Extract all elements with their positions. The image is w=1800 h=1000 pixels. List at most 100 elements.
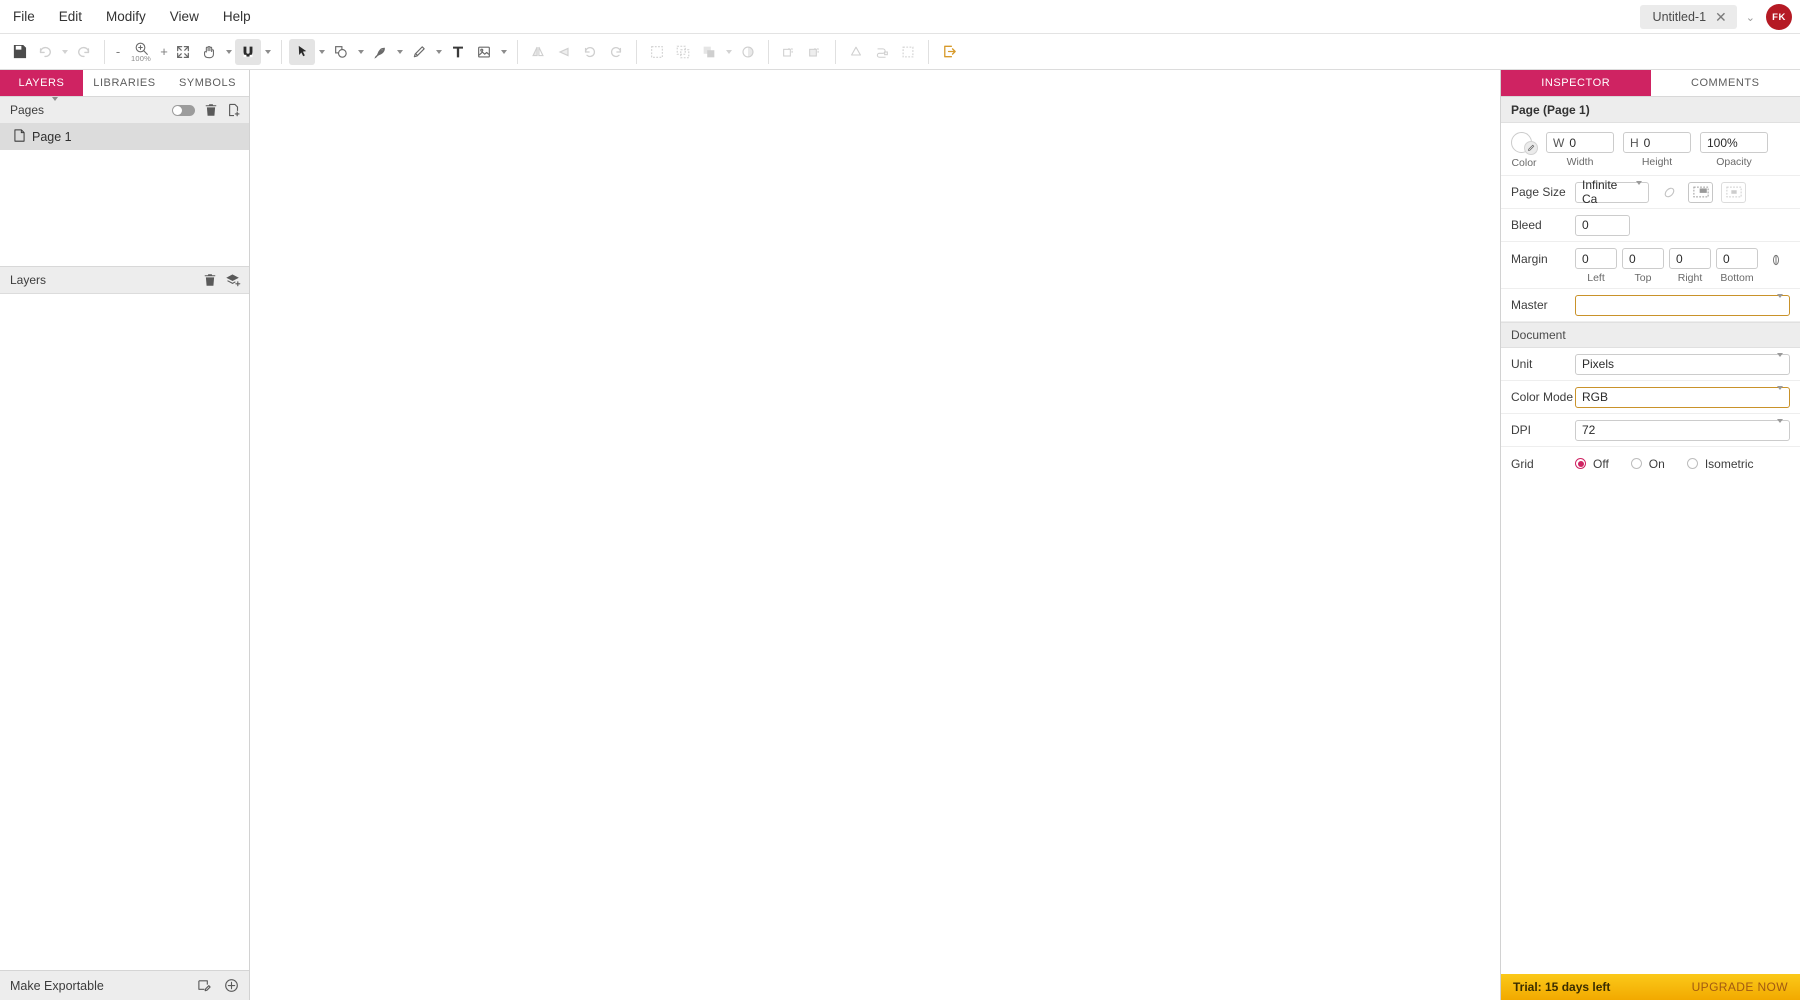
margin-right-input[interactable]: 0 — [1669, 248, 1711, 269]
upgrade-now-button[interactable]: UPGRADE NOW — [1692, 980, 1788, 994]
zoom-out-button[interactable]: - — [112, 44, 124, 59]
menu-file[interactable]: File — [2, 5, 46, 28]
margin-left-input[interactable]: 0 — [1575, 248, 1617, 269]
margin-left-value: 0 — [1582, 252, 1589, 266]
zoom-level-control[interactable]: 100% — [126, 41, 156, 63]
unit-select[interactable]: Pixels — [1575, 354, 1790, 375]
pen-tool-icon[interactable] — [367, 39, 393, 65]
margin-top-control: 0 Top — [1622, 248, 1664, 284]
undo-icon[interactable] — [32, 39, 58, 65]
rotate-right-icon[interactable] — [603, 39, 629, 65]
zoom-in-button[interactable]: + — [158, 44, 170, 59]
grid-option-isometric-label: Isometric — [1705, 457, 1754, 471]
height-input[interactable]: H 0 — [1623, 132, 1691, 153]
tab-layers[interactable]: LAYERS — [0, 70, 83, 96]
group-icon[interactable] — [644, 39, 670, 65]
orientation-rotate-icon[interactable] — [1658, 182, 1680, 203]
export-settings-icon[interactable] — [197, 978, 212, 993]
text-tool-icon[interactable] — [445, 39, 471, 65]
rotate-left-icon[interactable] — [577, 39, 603, 65]
dpi-select[interactable]: 72 — [1575, 420, 1790, 441]
send-backward-icon[interactable] — [802, 39, 828, 65]
grid-option-on[interactable]: On — [1631, 457, 1665, 471]
select-tool-icon[interactable] — [289, 39, 315, 65]
menu-modify[interactable]: Modify — [95, 5, 157, 28]
shape-tool-dropdown-caret[interactable] — [354, 39, 367, 65]
fit-to-screen-icon[interactable] — [170, 39, 196, 65]
delete-page-icon[interactable] — [204, 103, 218, 117]
add-layer-icon[interactable] — [226, 273, 241, 288]
bleed-input[interactable]: 0 — [1575, 215, 1630, 236]
close-icon[interactable]: ✕ — [1715, 10, 1727, 24]
make-exportable-label: Make Exportable — [10, 979, 104, 993]
menu-help[interactable]: Help — [212, 5, 262, 28]
boolean-ops-icon[interactable] — [843, 39, 869, 65]
redo-icon[interactable] — [71, 39, 97, 65]
ungroup-icon[interactable] — [670, 39, 696, 65]
save-icon[interactable] — [6, 39, 32, 65]
master-select[interactable] — [1575, 295, 1790, 316]
arrange-order-icon[interactable] — [696, 39, 722, 65]
color-swatch[interactable] — [1511, 132, 1537, 154]
portrait-orientation-icon[interactable] — [1721, 182, 1746, 203]
arrange-order-dropdown-caret[interactable] — [722, 39, 735, 65]
page-size-select[interactable]: Infinite Ca — [1575, 182, 1649, 203]
toolbar-divider — [281, 40, 282, 64]
chevron-down-icon — [1636, 185, 1642, 199]
margin-bottom-input[interactable]: 0 — [1716, 248, 1758, 269]
image-tool-icon[interactable] — [471, 39, 497, 65]
layers-list[interactable] — [0, 294, 249, 970]
dpi-label: DPI — [1511, 423, 1575, 437]
pencil-tool-icon[interactable] — [406, 39, 432, 65]
pages-visibility-toggle[interactable] — [172, 105, 195, 116]
page-list-item[interactable]: Page 1 — [0, 124, 249, 150]
undo-dropdown-caret[interactable] — [58, 39, 71, 65]
chevron-down-icon[interactable]: ⌄ — [1743, 11, 1758, 24]
export-icon[interactable] — [936, 39, 962, 65]
tab-symbols[interactable]: SYMBOLS — [166, 70, 249, 96]
shape-tool-icon[interactable] — [328, 39, 354, 65]
link-margins-icon[interactable] — [1765, 249, 1787, 270]
flip-vertical-icon[interactable] — [551, 39, 577, 65]
tab-inspector[interactable]: INSPECTOR — [1501, 70, 1651, 96]
document-tab[interactable]: Untitled-1 ✕ — [1640, 5, 1737, 29]
connector-icon[interactable] — [869, 39, 895, 65]
slice-select-icon[interactable] — [895, 39, 921, 65]
hand-tool-icon[interactable] — [196, 39, 222, 65]
menu-edit[interactable]: Edit — [48, 5, 93, 28]
grid-option-isometric[interactable]: Isometric — [1687, 457, 1754, 471]
add-page-icon[interactable] — [227, 103, 241, 117]
chevron-down-icon[interactable] — [52, 101, 58, 119]
width-input[interactable]: W 0 — [1546, 132, 1614, 153]
margin-top-input[interactable]: 0 — [1622, 248, 1664, 269]
app-window: File Edit Modify View Help Untitled-1 ✕ … — [0, 0, 1800, 1000]
height-label: Height — [1642, 156, 1672, 168]
color-mode-value: RGB — [1582, 390, 1608, 404]
color-mode-select[interactable]: RGB — [1575, 387, 1790, 408]
tab-libraries[interactable]: LIBRARIES — [83, 70, 166, 96]
avatar[interactable]: FK — [1766, 4, 1792, 30]
delete-layer-icon[interactable] — [203, 273, 217, 287]
pen-tool-dropdown-caret[interactable] — [393, 39, 406, 65]
pencil-tool-dropdown-caret[interactable] — [432, 39, 445, 65]
magnet-snap-dropdown-caret[interactable] — [261, 39, 274, 65]
tab-comments[interactable]: COMMENTS — [1651, 70, 1800, 96]
flip-horizontal-icon[interactable] — [525, 39, 551, 65]
grid-option-off[interactable]: Off — [1575, 457, 1609, 471]
width-control: W 0 Width — [1546, 132, 1614, 168]
unit-value: Pixels — [1582, 357, 1614, 371]
toolbar-divider — [768, 40, 769, 64]
landscape-orientation-icon[interactable] — [1688, 182, 1713, 203]
bring-forward-icon[interactable] — [776, 39, 802, 65]
canvas-area[interactable] — [250, 70, 1500, 1000]
opacity-contrast-icon[interactable] — [735, 39, 761, 65]
add-export-preset-icon[interactable] — [224, 978, 239, 993]
select-tool-dropdown-caret[interactable] — [315, 39, 328, 65]
menu-view[interactable]: View — [159, 5, 210, 28]
eyedropper-icon[interactable] — [1524, 141, 1538, 155]
magnet-snap-icon[interactable] — [235, 39, 261, 65]
radio-icon — [1575, 458, 1586, 469]
opacity-input[interactable]: 100% — [1700, 132, 1768, 153]
hand-tool-dropdown-caret[interactable] — [222, 39, 235, 65]
image-tool-dropdown-caret[interactable] — [497, 39, 510, 65]
